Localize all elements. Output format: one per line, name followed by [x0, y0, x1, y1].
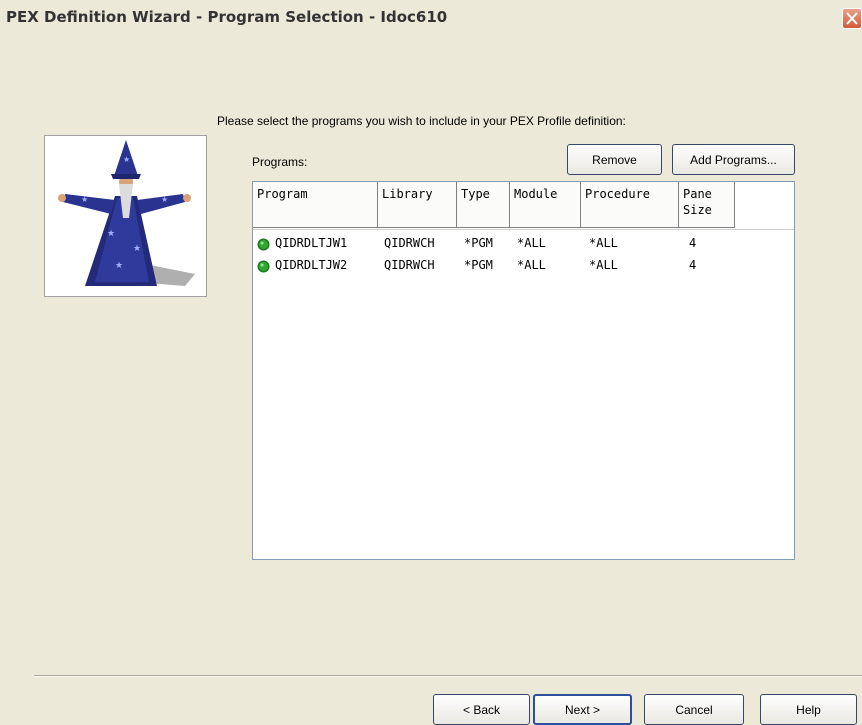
svg-text:★: ★ — [81, 195, 88, 204]
cell-type: *PGM — [464, 258, 493, 272]
cell-module: *ALL — [517, 258, 546, 272]
column-header-type[interactable]: Type — [457, 182, 510, 228]
svg-text:★: ★ — [133, 244, 141, 254]
column-header-procedure[interactable]: Procedure — [581, 182, 679, 228]
table-row[interactable]: QIDRDLTJW2 QIDRWCH *PGM *ALL *ALL 4 — [253, 257, 794, 275]
programs-label: Programs: — [252, 155, 308, 169]
close-button[interactable] — [842, 8, 862, 29]
wizard-content: ★ ★ ★ ★ ★ ★ Please select the programs y… — [0, 34, 862, 725]
table-row[interactable]: QIDRDLTJW1 QIDRWCH *PGM *ALL *ALL 4 — [253, 235, 794, 253]
svg-text:★: ★ — [115, 261, 123, 271]
programs-list[interactable]: Program Library Type Module Procedure Pa… — [252, 181, 795, 560]
green-gear-icon — [257, 238, 270, 251]
list-header: Program Library Type Module Procedure Pa… — [253, 182, 794, 230]
title-bar: PEX Definition Wizard - Program Selectio… — [0, 0, 862, 34]
help-button[interactable]: Help — [760, 694, 857, 725]
svg-text:★: ★ — [161, 195, 168, 204]
wizard-image-frame: ★ ★ ★ ★ ★ ★ — [44, 135, 207, 297]
help-button-label: Help — [796, 702, 821, 717]
cell-procedure: *ALL — [589, 236, 618, 250]
back-button-label: < Back — [462, 702, 501, 717]
column-header-module[interactable]: Module — [510, 182, 581, 228]
add-programs-button-label: Add Programs... — [690, 152, 777, 167]
instruction-text: Please select the programs you wish to i… — [217, 114, 626, 128]
column-header-pane-size[interactable]: Pane Size — [679, 182, 735, 228]
column-header-program[interactable]: Program — [253, 182, 378, 228]
cancel-button[interactable]: Cancel — [644, 694, 744, 725]
cell-library: QIDRWCH — [384, 236, 435, 250]
remove-button[interactable]: Remove — [567, 144, 662, 175]
wizard-image: ★ ★ ★ ★ ★ ★ — [58, 140, 195, 286]
back-button[interactable]: < Back — [433, 694, 530, 725]
cancel-button-label: Cancel — [675, 702, 713, 717]
cell-procedure: *ALL — [589, 258, 618, 272]
cell-pane-size: 4 — [689, 258, 697, 272]
cell-program: QIDRDLTJW1 — [275, 236, 348, 250]
next-button-label: Next > — [564, 702, 600, 717]
close-icon — [846, 12, 858, 25]
green-gear-icon — [257, 260, 270, 273]
svg-text:★: ★ — [123, 155, 130, 164]
next-button[interactable]: Next > — [533, 694, 632, 725]
add-programs-button[interactable]: Add Programs... — [672, 144, 795, 175]
cell-module: *ALL — [517, 236, 546, 250]
window-title: PEX Definition Wizard - Program Selectio… — [6, 8, 448, 26]
button-separator — [34, 675, 862, 677]
cell-program: QIDRDLTJW2 — [275, 258, 348, 272]
cell-library: QIDRWCH — [384, 258, 435, 272]
cell-pane-size: 4 — [689, 236, 697, 250]
column-header-library[interactable]: Library — [378, 182, 457, 228]
svg-text:★: ★ — [107, 229, 115, 239]
cell-type: *PGM — [464, 236, 493, 250]
remove-button-label: Remove — [592, 152, 637, 167]
